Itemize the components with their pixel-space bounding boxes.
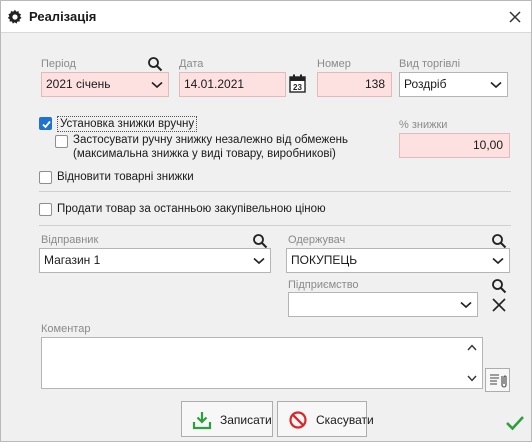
chevron-down-icon: [253, 257, 265, 265]
chevron-down-icon: [492, 257, 504, 265]
restore-discounts-checkbox[interactable]: [39, 171, 52, 184]
apply-discount-label-line1[interactable]: Застосувати ручну знижку незалежно від о…: [73, 133, 348, 147]
enterprise-search-icon[interactable]: [491, 278, 507, 294]
separator: [39, 225, 511, 226]
restore-discounts-label[interactable]: Відновити товарні знижки: [57, 170, 194, 184]
title-bar: Реалізація: [1, 1, 531, 33]
cancel-button-label: Скасувати: [316, 413, 374, 427]
manual-discount-label[interactable]: Установка знижки вручну: [57, 116, 198, 132]
sell-last-price-label[interactable]: Продати товар за останньою закупівельною…: [57, 202, 326, 216]
number-value: 138: [364, 77, 385, 91]
date-value: 14.01.2021: [184, 77, 245, 91]
attach-button[interactable]: [485, 368, 510, 392]
trade-type-value: Роздріб: [404, 77, 447, 91]
comment-label: Коментар: [41, 323, 91, 335]
enterprise-select[interactable]: [288, 292, 478, 317]
sender-label: Відправник: [41, 234, 99, 246]
recipient-search-icon[interactable]: [491, 233, 507, 249]
manual-discount-checkbox[interactable]: [39, 117, 52, 130]
chevron-down-icon: [151, 81, 163, 89]
attachment-icon: [490, 374, 507, 388]
comment-textarea[interactable]: [41, 337, 483, 389]
checkmark-icon: [506, 416, 524, 431]
save-button[interactable]: Записати: [181, 401, 273, 437]
trade-type-select[interactable]: Роздріб: [399, 72, 508, 97]
gear-icon: [7, 9, 22, 24]
date-label: Дата: [179, 58, 204, 70]
separator: [39, 191, 511, 192]
scroll-up-icon[interactable]: [467, 344, 477, 351]
cancel-button[interactable]: Скасувати: [277, 401, 374, 437]
period-label: Період: [41, 58, 76, 70]
save-button-label: Записати: [220, 413, 272, 427]
period-select[interactable]: 2021 січень: [41, 72, 169, 97]
sender-search-icon[interactable]: [252, 233, 268, 249]
discount-percent-input[interactable]: 10,00: [399, 133, 510, 158]
recipient-label: Одержувач: [288, 234, 346, 246]
close-icon[interactable]: [507, 9, 523, 25]
period-value: 2021 січень: [46, 77, 111, 91]
calendar-icon[interactable]: 23: [289, 74, 306, 93]
sell-last-price-checkbox[interactable]: [39, 203, 52, 216]
discount-percent-label: % знижки: [399, 119, 448, 131]
window-title: Реалізація: [29, 9, 97, 24]
number-label: Номер: [317, 58, 351, 70]
calendar-day: 23: [293, 83, 302, 92]
chevron-down-icon: [460, 301, 472, 309]
period-search-icon[interactable]: [147, 56, 163, 72]
chevron-down-icon: [490, 81, 502, 89]
sender-value: Магазин 1: [44, 253, 101, 267]
realization-dialog: Реалізація Період 2021 січень Дата 14.01…: [0, 0, 532, 442]
apply-discount-label-line2[interactable]: (максимальна знижка у виді товару, вироб…: [73, 147, 336, 161]
sender-select[interactable]: Магазин 1: [39, 248, 271, 273]
cancel-icon: [289, 411, 307, 429]
clear-enterprise-icon[interactable]: [491, 297, 507, 313]
checkmark-icon: [42, 120, 51, 129]
discount-percent-value: 10,00: [472, 138, 503, 152]
enterprise-label: Підприємство: [288, 279, 359, 291]
recipient-select[interactable]: ПОКУПЕЦЬ: [286, 248, 510, 273]
save-icon: [192, 412, 212, 430]
scroll-down-icon[interactable]: [467, 375, 477, 382]
date-input[interactable]: 14.01.2021: [179, 72, 286, 97]
number-input[interactable]: 138: [317, 72, 392, 97]
apply-discount-checkbox[interactable]: [55, 135, 68, 148]
trade-type-label: Вид торгівлі: [399, 58, 461, 70]
recipient-value: ПОКУПЕЦЬ: [291, 253, 358, 267]
